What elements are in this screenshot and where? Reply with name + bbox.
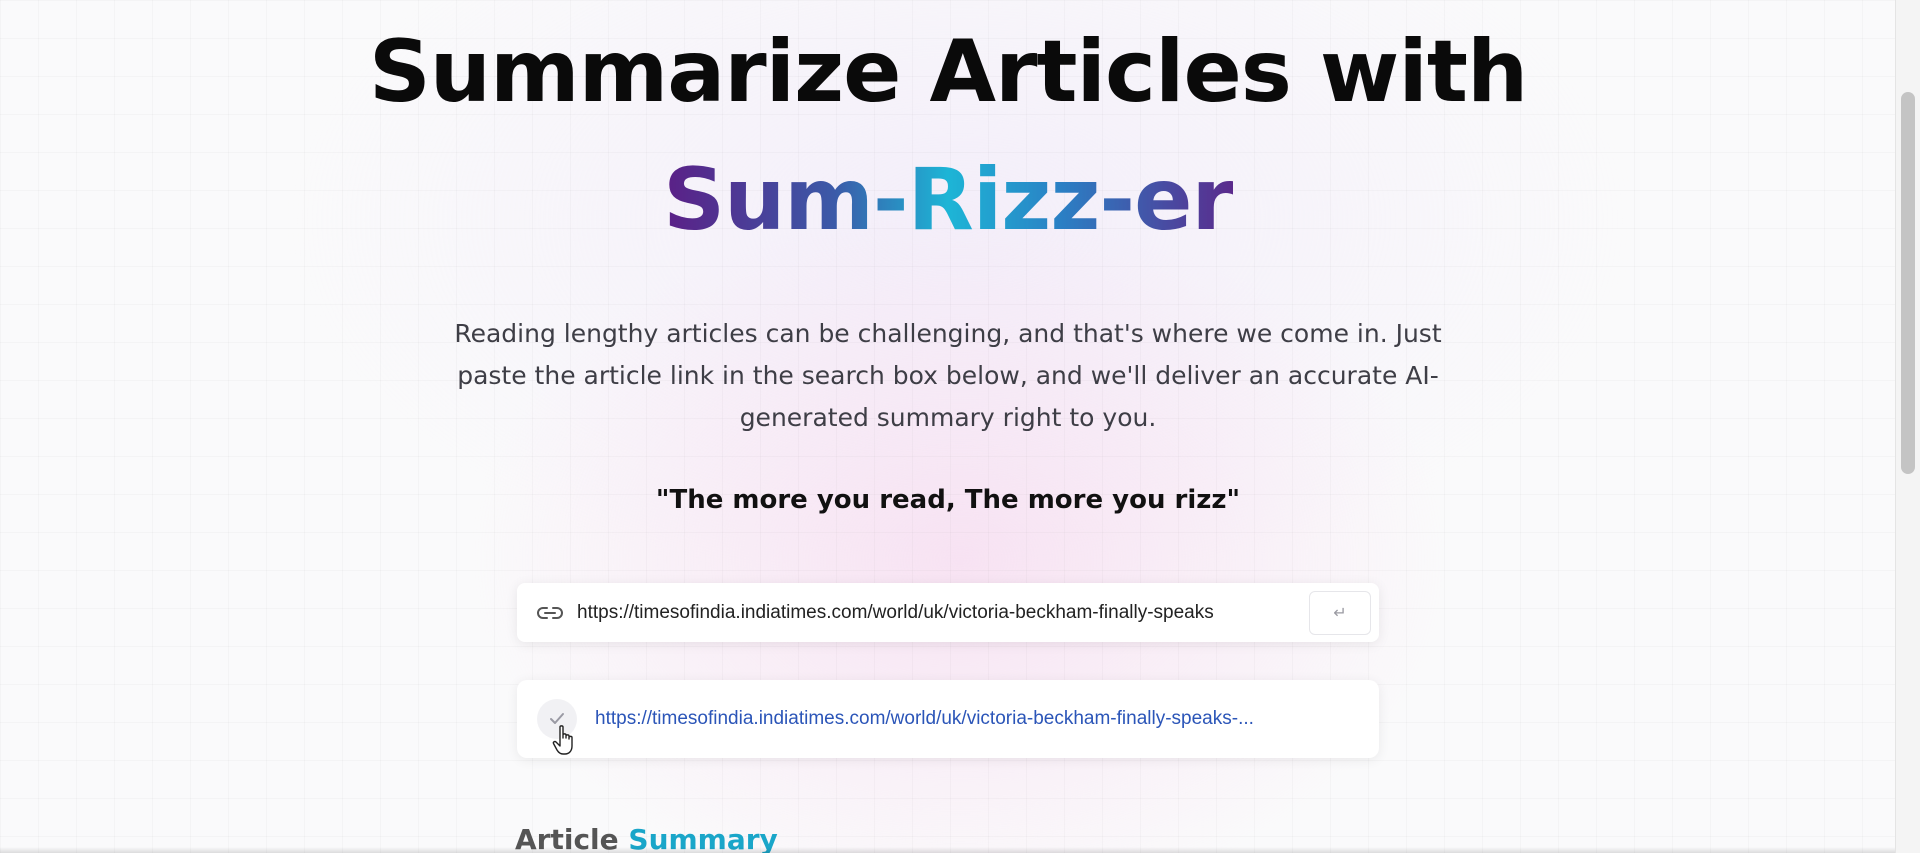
- brand-name-text: Sum-Rizz-er: [663, 150, 1234, 250]
- page: Summarize Articles with Sum-Rizz-er Read…: [0, 0, 1896, 853]
- search-form: ↵: [517, 583, 1379, 642]
- submit-button[interactable]: ↵: [1309, 590, 1371, 635]
- viewport-bottom-edge: [0, 847, 1896, 853]
- vertical-scrollbar[interactable]: [1895, 0, 1920, 853]
- hero-quote: "The more you read, The more you rizz": [655, 485, 1241, 515]
- hero-description: Reading lengthy articles can be challeng…: [454, 319, 1442, 432]
- hand-pointer-icon: [552, 725, 573, 755]
- link-icon: [535, 602, 565, 624]
- scrollbar-thumb[interactable]: [1901, 92, 1915, 474]
- enter-icon: ↵: [1333, 603, 1347, 622]
- history-item[interactable]: https://timesofindia.indiatimes.com/worl…: [517, 680, 1379, 758]
- article-url-input[interactable]: [577, 592, 1301, 633]
- history-item-link[interactable]: https://timesofindia.indiatimes.com/worl…: [595, 708, 1254, 730]
- page-title: Summarize Articles with: [368, 22, 1528, 122]
- brand-name: Sum-Rizz-er: [0, 150, 1896, 250]
